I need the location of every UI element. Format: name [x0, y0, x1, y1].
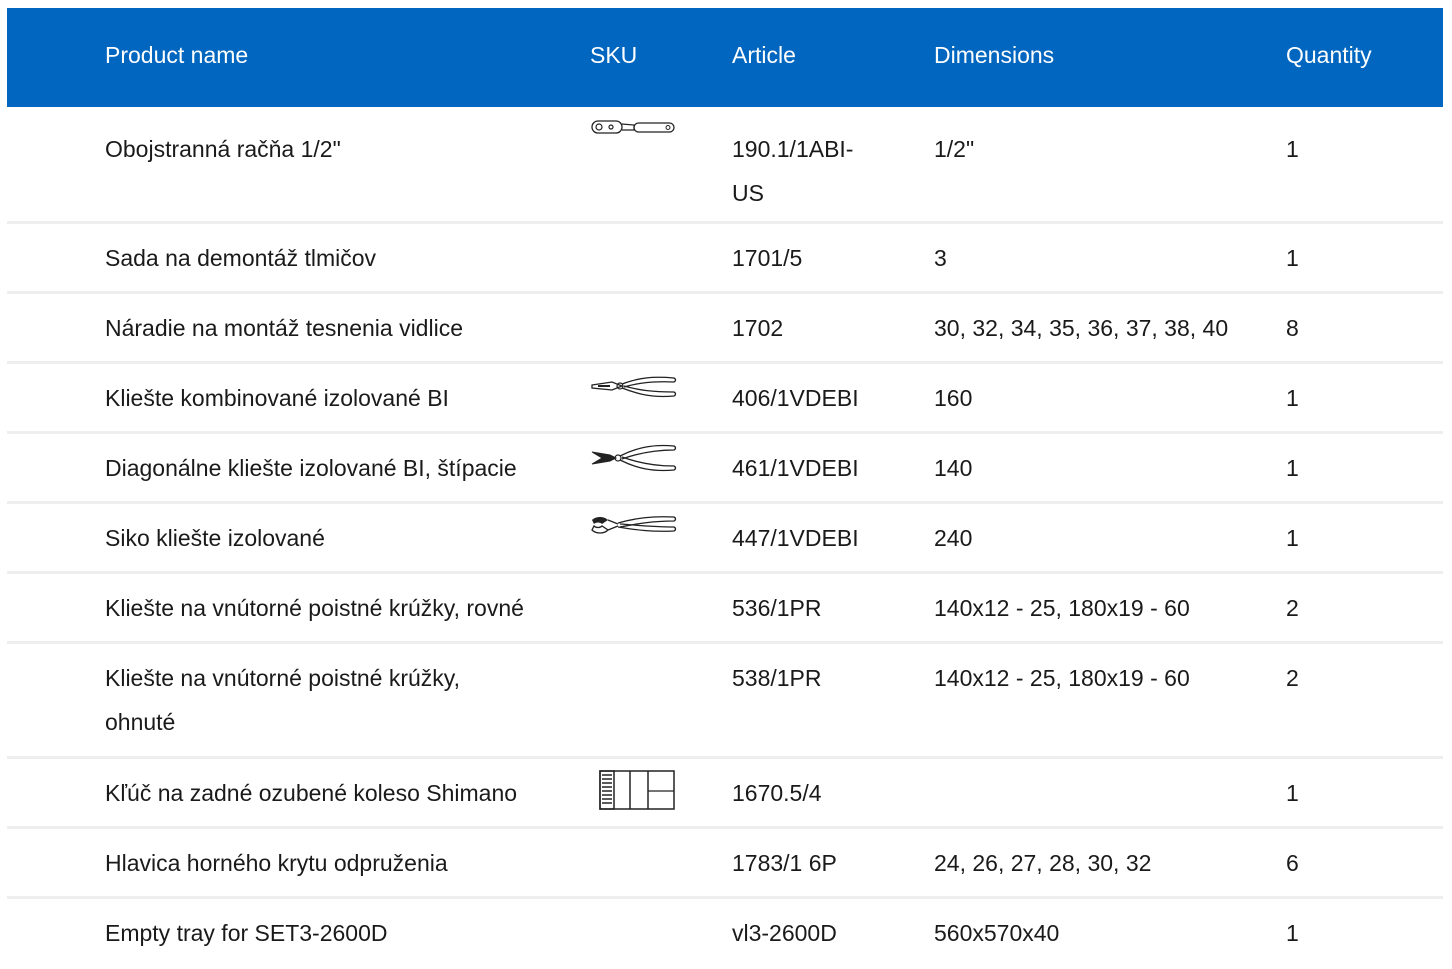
product-name: Kľúč na zadné ozubené koleso Shimano	[105, 780, 518, 806]
table-row: Empty tray for SET3-2600D vl3-2600D 560x…	[7, 899, 1443, 969]
product-name: Empty tray for SET3-2600D	[105, 920, 388, 946]
table-row: Kliešte kombinované izolované BI 406/1VD…	[7, 364, 1443, 434]
quantity-value: 1	[1286, 245, 1299, 271]
article-number: 536/1PR	[732, 595, 822, 621]
quantity-value: 1	[1286, 780, 1299, 806]
article-number: 1702	[732, 315, 784, 341]
quantity-value: 6	[1286, 850, 1299, 876]
product-name: Náradie na montáž tesnenia vidlice	[105, 315, 463, 341]
header-article: Article	[732, 42, 796, 68]
dimensions-value: 3	[934, 245, 947, 271]
table-row: Siko kliešte izolované 447/1VDEBI 240 1	[7, 504, 1443, 574]
header-dimensions: Dimensions	[934, 42, 1055, 68]
article-number: 538/1PR	[732, 665, 822, 691]
quantity-value: 1	[1286, 920, 1299, 946]
table-row: Hlavica horného krytu odpruženia 1783/1 …	[7, 829, 1443, 899]
dimensions-value: 240	[934, 525, 973, 551]
product-name: Sada na demontáž tlmičov	[105, 245, 377, 271]
product-name: Obojstranná račňa 1/2"	[105, 136, 341, 162]
product-name: Diagonálne kliešte izolované BI, štípaci…	[105, 455, 517, 481]
table-row: Kľúč na zadné ozubené koleso Shimano 167…	[7, 759, 1443, 829]
article-number: 1670.5/4	[732, 780, 822, 806]
header-product-name: Product name	[105, 42, 249, 68]
water-pump-pliers-icon	[590, 512, 680, 558]
quantity-value: 1	[1286, 455, 1299, 481]
quantity-value: 2	[1286, 595, 1299, 621]
header-quantity: Quantity	[1286, 42, 1372, 68]
table-row: Sada na demontáž tlmičov 1701/5 3 1	[7, 224, 1443, 294]
product-name: Hlavica horného krytu odpruženia	[105, 850, 448, 876]
product-name: Kliešte kombinované izolované BI	[105, 385, 449, 411]
combination-pliers-icon	[590, 372, 680, 418]
table-row: Kliešte na vnútorné poistné krúžky, ohnu…	[7, 644, 1443, 759]
dimensions-value: 30, 32, 34, 35, 36, 37, 38, 40	[934, 315, 1229, 341]
product-name: Kliešte na vnútorné poistné krúžky, ohnu…	[105, 665, 460, 735]
table-row: Náradie na montáž tesnenia vidlice 1702 …	[7, 294, 1443, 364]
diagonal-cutters-icon	[590, 442, 680, 488]
dimensions-value: 140	[934, 455, 973, 481]
cassette-tool-icon	[590, 769, 680, 815]
dimensions-value: 560x570x40	[934, 920, 1060, 946]
ratchet-icon	[590, 113, 680, 159]
article-number: 1701/5	[732, 245, 803, 271]
table-row: Kliešte na vnútorné poistné krúžky, rovn…	[7, 574, 1443, 644]
article-number: vl3-2600D	[732, 920, 837, 946]
quantity-value: 2	[1286, 665, 1299, 691]
dimensions-value: 1/2"	[934, 136, 975, 162]
article-number: 447/1VDEBI	[732, 525, 859, 551]
product-name: Kliešte na vnútorné poistné krúžky, rovn…	[105, 595, 524, 621]
article-number: 406/1VDEBI	[732, 385, 859, 411]
quantity-value: 1	[1286, 525, 1299, 551]
quantity-value: 1	[1286, 136, 1299, 162]
dimensions-value: 160	[934, 385, 973, 411]
product-table: Product name SKU Article Dimensions Quan…	[7, 8, 1443, 969]
quantity-value: 8	[1286, 315, 1299, 341]
table-header: Product name SKU Article Dimensions Quan…	[7, 8, 1443, 107]
article-number: 461/1VDEBI	[732, 455, 859, 481]
dimensions-value: 140x12 - 25, 180x19 - 60	[934, 665, 1190, 691]
dimensions-value: 24, 26, 27, 28, 30, 32	[934, 850, 1152, 876]
dimensions-value: 140x12 - 25, 180x19 - 60	[934, 595, 1190, 621]
table-row: Obojstranná račňa 1/2" 190.1/1ABI-US 1/2…	[7, 107, 1443, 224]
table-row: Diagonálne kliešte izolované BI, štípaci…	[7, 434, 1443, 504]
product-name: Siko kliešte izolované	[105, 525, 325, 551]
article-number: 190.1/1ABI-US	[732, 136, 854, 206]
article-number: 1783/1 6P	[732, 850, 837, 876]
quantity-value: 1	[1286, 385, 1299, 411]
header-sku: SKU	[590, 42, 638, 68]
